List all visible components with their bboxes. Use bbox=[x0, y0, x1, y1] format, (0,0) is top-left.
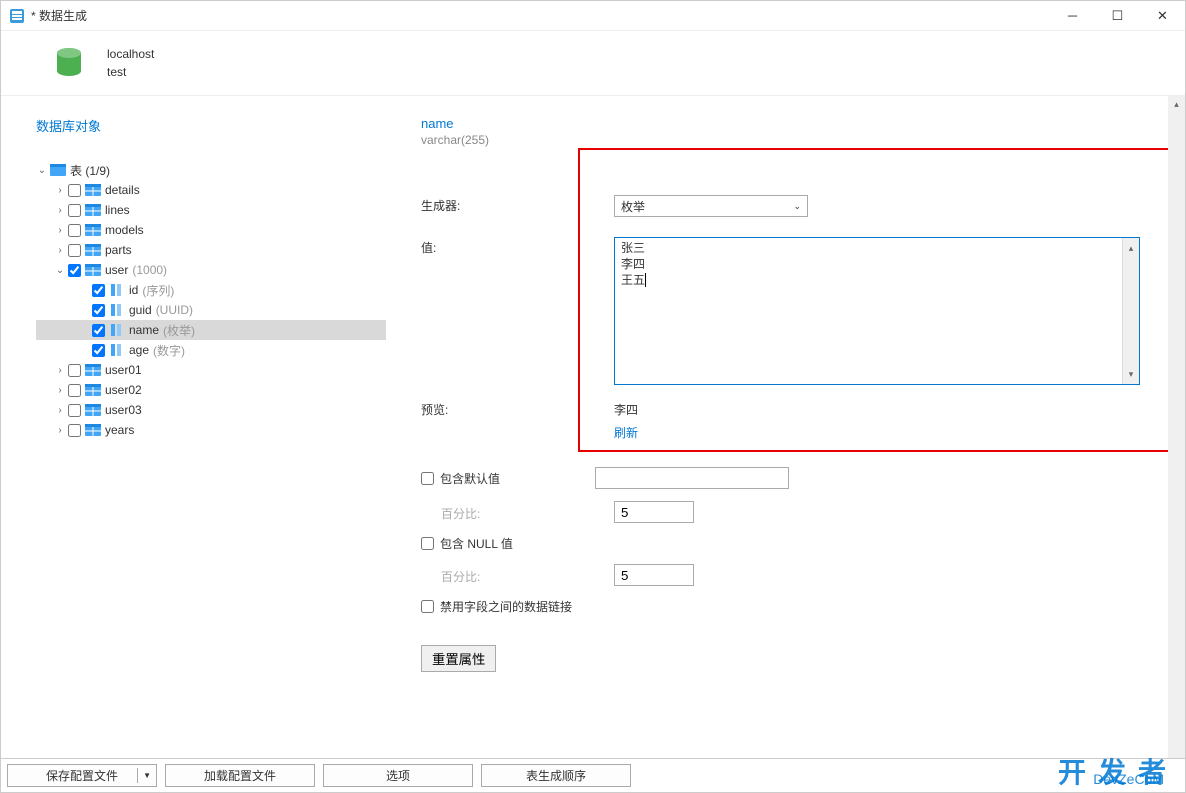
table-checkbox[interactable] bbox=[68, 424, 81, 437]
tree-table-parts[interactable]: ›parts bbox=[36, 240, 386, 260]
connection-host: localhost bbox=[107, 45, 154, 63]
default-input[interactable] bbox=[595, 467, 789, 489]
column-checkbox[interactable] bbox=[92, 284, 105, 297]
column-checkbox[interactable] bbox=[92, 304, 105, 317]
window-title: * 数据生成 bbox=[31, 7, 1050, 24]
table-checkbox[interactable] bbox=[68, 224, 81, 237]
chevron-icon[interactable]: › bbox=[54, 405, 66, 416]
chevron-icon[interactable]: › bbox=[54, 245, 66, 256]
tree-table-details[interactable]: ›details bbox=[36, 180, 386, 200]
tree-column-age[interactable]: age(数字) bbox=[36, 340, 386, 360]
table-checkbox[interactable] bbox=[68, 184, 81, 197]
chevron-down-icon: ⌄ bbox=[793, 201, 801, 212]
tree-column-id[interactable]: id(序列) bbox=[36, 280, 386, 300]
tree-table-user01[interactable]: ›user01 bbox=[36, 360, 386, 380]
chevron-icon[interactable]: › bbox=[54, 225, 66, 236]
save-profile-button[interactable]: 保存配置文件▼ bbox=[7, 764, 157, 787]
chevron-icon[interactable]: ⌄ bbox=[54, 265, 66, 276]
generator-select[interactable]: 枚举 ⌄ bbox=[614, 195, 808, 217]
preview-value: 李四 bbox=[614, 401, 638, 418]
scroll-down-icon[interactable]: ▾ bbox=[1129, 364, 1134, 384]
options-button[interactable]: 选项 bbox=[323, 764, 473, 787]
values-label: 值: bbox=[421, 237, 614, 256]
field-type: varchar(255) bbox=[421, 133, 1170, 147]
chevron-icon[interactable]: › bbox=[54, 385, 66, 396]
table-checkbox[interactable] bbox=[68, 264, 81, 277]
tree-table-user03[interactable]: ›user03 bbox=[36, 400, 386, 420]
titlebar: * 数据生成 ─ ☐ ✕ bbox=[1, 1, 1185, 31]
percent-null-input[interactable] bbox=[614, 564, 694, 586]
scroll-up-icon[interactable]: ▴ bbox=[1168, 96, 1185, 113]
table-checkbox[interactable] bbox=[68, 384, 81, 397]
include-default-label: 包含默认值 bbox=[440, 470, 500, 487]
chevron-icon[interactable]: › bbox=[54, 425, 66, 436]
tree-table-user02[interactable]: ›user02 bbox=[36, 380, 386, 400]
include-default-checkbox[interactable] bbox=[421, 472, 434, 485]
table-checkbox[interactable] bbox=[68, 204, 81, 217]
column-checkbox[interactable] bbox=[92, 324, 105, 337]
percent-default-input[interactable] bbox=[614, 501, 694, 523]
tree: ⌄ 表 (1/9) ›details›lines›models›parts⌄us… bbox=[36, 160, 386, 440]
tree-table-lines[interactable]: ›lines bbox=[36, 200, 386, 220]
percent-label-2: 百分比: bbox=[421, 566, 614, 585]
include-null-label: 包含 NULL 值 bbox=[440, 535, 513, 552]
header: localhost test bbox=[1, 31, 1185, 96]
order-button[interactable]: 表生成顺序 bbox=[481, 764, 631, 787]
textarea-scrollbar[interactable]: ▴ ▾ bbox=[1122, 238, 1139, 384]
table-checkbox[interactable] bbox=[68, 364, 81, 377]
reset-button[interactable]: 重置属性 bbox=[421, 645, 496, 672]
table-checkbox[interactable] bbox=[68, 404, 81, 417]
maximize-button[interactable]: ☐ bbox=[1095, 1, 1140, 31]
values-textarea[interactable]: 张三 李四 王五 ▴ ▾ bbox=[614, 237, 1140, 385]
minimize-button[interactable]: ─ bbox=[1050, 1, 1095, 31]
field-name: name bbox=[421, 116, 1170, 131]
close-button[interactable]: ✕ bbox=[1140, 1, 1185, 31]
tree-root[interactable]: ⌄ 表 (1/9) bbox=[36, 160, 386, 180]
tree-column-guid[interactable]: guid(UUID) bbox=[36, 300, 386, 320]
chevron-down-icon[interactable]: ⌄ bbox=[36, 165, 48, 176]
connection-db: test bbox=[107, 63, 154, 81]
tree-table-models[interactable]: ›models bbox=[36, 220, 386, 240]
section-title: 数据库对象 bbox=[36, 116, 386, 135]
tree-table-user[interactable]: ⌄user(1000) bbox=[36, 260, 386, 280]
generator-label: 生成器: bbox=[421, 195, 614, 214]
database-icon bbox=[51, 45, 87, 81]
app-icon bbox=[9, 8, 25, 24]
preview-label: 预览: bbox=[421, 401, 614, 418]
chevron-icon[interactable]: › bbox=[54, 365, 66, 376]
tree-table-years[interactable]: ›years bbox=[36, 420, 386, 440]
column-checkbox[interactable] bbox=[92, 344, 105, 357]
include-null-checkbox[interactable] bbox=[421, 537, 434, 550]
tables-icon bbox=[50, 164, 66, 176]
chevron-icon[interactable]: › bbox=[54, 205, 66, 216]
tree-column-name[interactable]: name(枚举) bbox=[36, 320, 386, 340]
right-scrollbar[interactable]: ▴ bbox=[1168, 96, 1185, 758]
disable-link-label: 禁用字段之间的数据链接 bbox=[440, 598, 572, 615]
scroll-up-icon[interactable]: ▴ bbox=[1129, 238, 1134, 258]
table-checkbox[interactable] bbox=[68, 244, 81, 257]
refresh-link[interactable]: 刷新 bbox=[614, 424, 1170, 441]
percent-label-1: 百分比: bbox=[421, 503, 614, 522]
load-profile-button[interactable]: 加载配置文件 bbox=[165, 764, 315, 787]
chevron-down-icon[interactable]: ▼ bbox=[143, 771, 151, 780]
chevron-icon[interactable]: › bbox=[54, 185, 66, 196]
disable-link-checkbox[interactable] bbox=[421, 600, 434, 613]
